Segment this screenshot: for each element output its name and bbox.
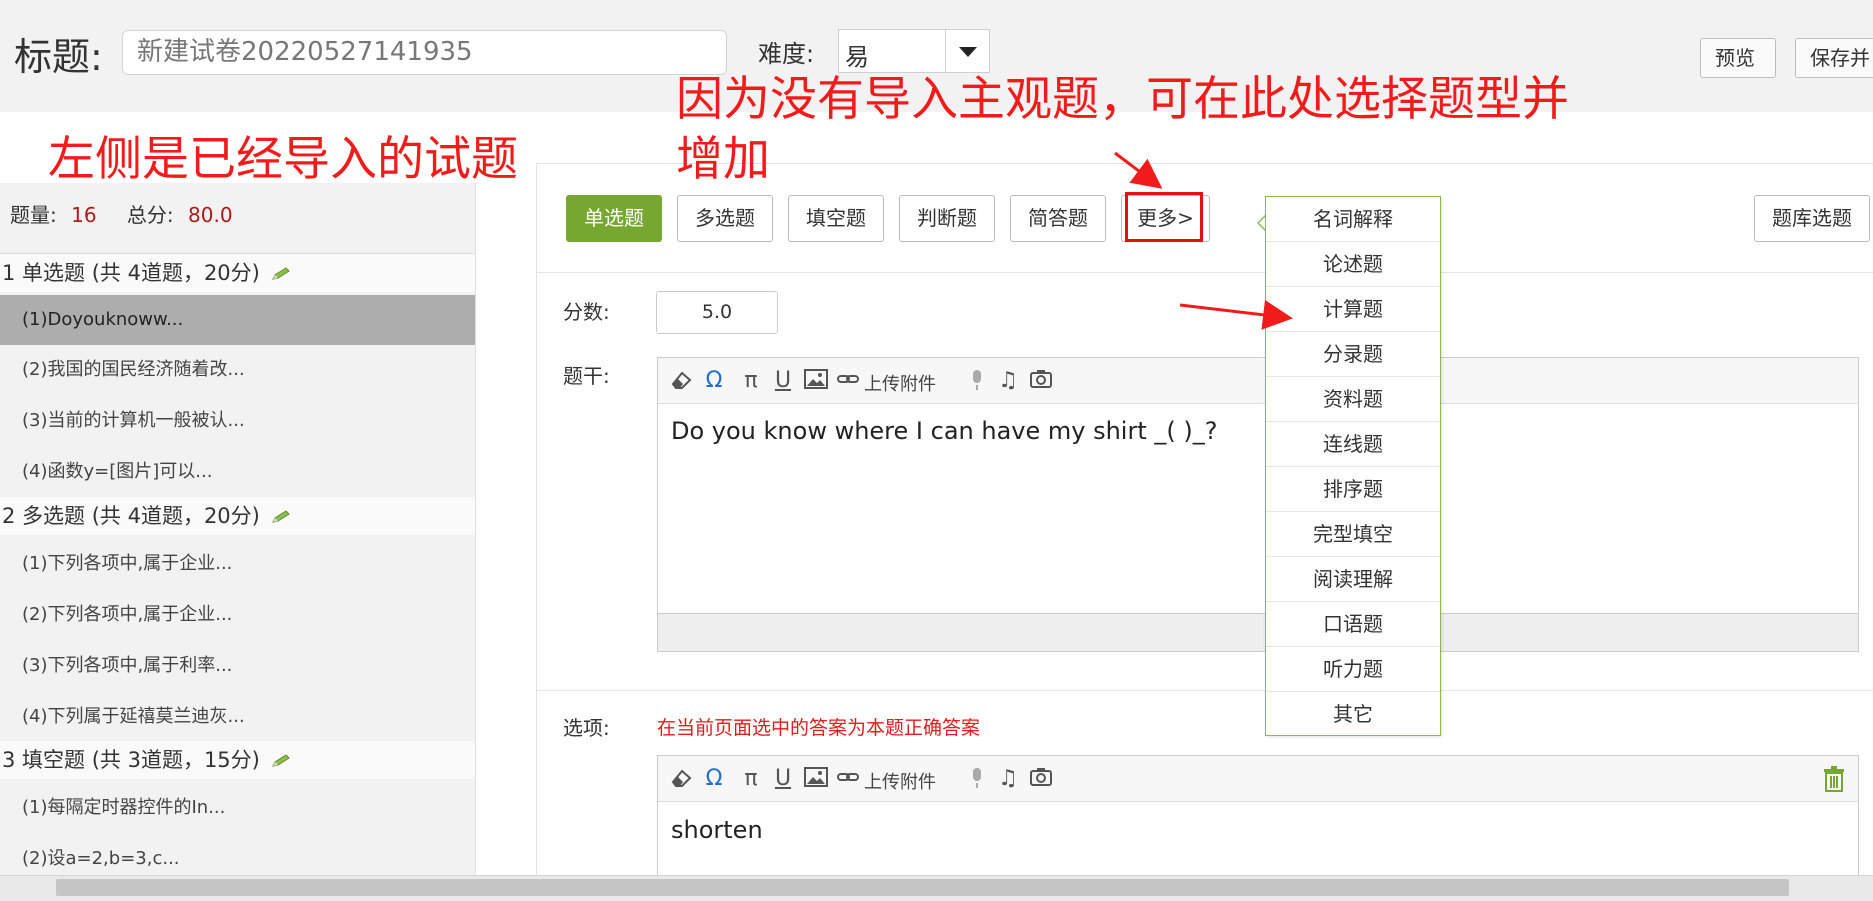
camera-icon[interactable] [1028, 766, 1054, 792]
menu-item-ordering[interactable]: 排序题 [1266, 467, 1440, 512]
difficulty-select[interactable]: 易 [838, 29, 990, 73]
options-hint: 在当前页面选中的答案为本题正确答案 [657, 717, 981, 739]
section-title: 3 填空题 (共 3道题，15分) [2, 748, 260, 772]
music-icon[interactable]: ♫ [995, 766, 1021, 792]
question-item[interactable]: (2)我国的国民经济随着改... [0, 345, 475, 395]
tab-fill-blank[interactable]: 填空题 [788, 195, 884, 242]
scrollbar-thumb[interactable] [56, 879, 1789, 896]
highlight-box [1125, 192, 1203, 242]
tab-multi-choice[interactable]: 多选题 [677, 195, 773, 242]
section-title: 1 单选题 (共 4道题，20分) [2, 261, 260, 285]
total-label: 总分: [126, 203, 174, 227]
pi-icon[interactable]: π [738, 368, 764, 394]
question-item[interactable]: (2)设a=2,b=3,c... [0, 834, 475, 875]
annotation-top-note-line1: 因为没有导入主观题，可在此处选择题型并 [676, 72, 1569, 127]
camera-icon[interactable] [1028, 368, 1054, 394]
caret-down-icon [959, 47, 977, 57]
preview-button[interactable]: 预览 [1700, 38, 1776, 78]
pencil-icon[interactable] [271, 754, 293, 768]
tab-single-choice[interactable]: 单选题 [566, 195, 662, 242]
menu-item-essay[interactable]: 论述题 [1266, 242, 1440, 287]
score-input[interactable]: 5.0 [656, 291, 778, 334]
question-item[interactable]: (1)Doyouknoww... [0, 295, 475, 345]
score-label: 分数: [563, 300, 610, 324]
total-value: 80.0 [188, 203, 233, 227]
count-label: 题量: [10, 203, 57, 227]
difficulty-dropdown-button[interactable] [945, 30, 989, 72]
save-button[interactable]: 保存并 [1795, 38, 1873, 78]
pencil-icon[interactable] [271, 267, 293, 281]
question-bank-button[interactable]: 题库选题 [1754, 195, 1870, 242]
stem-label: 题干: [563, 364, 610, 388]
section-title: 2 多选题 (共 4道题，20分) [2, 504, 260, 528]
more-question-types-menu: 名词解释 论述题 计算题 分录题 资料题 连线题 排序题 完型填空 阅读理解 口… [1265, 196, 1441, 736]
music-icon[interactable]: ♫ [995, 368, 1021, 394]
tab-true-false[interactable]: 判断题 [899, 195, 995, 242]
upload-attachment-button[interactable]: 上传附件 [864, 768, 936, 794]
question-item[interactable]: (3)当前的计算机一般被认... [0, 396, 475, 446]
question-item[interactable]: (3)下列各项中,属于利率... [0, 641, 475, 691]
annotation-left-note: 左侧是已经导入的试题 [48, 132, 518, 187]
omega-icon[interactable]: Ω [701, 766, 727, 792]
stem-editor[interactable]: Ω π U 上传附件 ♫ Do you know where I can hav… [657, 357, 1859, 652]
difficulty-label: 难度: [758, 40, 815, 68]
count-value: 16 [71, 203, 97, 227]
annotation-top-note-line2: 增加 [676, 132, 770, 187]
menu-item-term-explanation[interactable]: 名词解释 [1266, 197, 1440, 242]
editor-toolbar: Ω π U 上传附件 ♫ [658, 358, 1858, 404]
menu-item-calculation[interactable]: 计算题 [1266, 287, 1440, 332]
menu-item-speaking[interactable]: 口语题 [1266, 602, 1440, 647]
title-input[interactable]: 新建试卷20220527141935 [122, 30, 727, 75]
question-item[interactable]: (1)下列各项中,属于企业... [0, 539, 475, 589]
menu-item-other[interactable]: 其它 [1266, 692, 1440, 737]
upload-attachment-button[interactable]: 上传附件 [864, 370, 936, 396]
omega-icon[interactable]: Ω [701, 368, 727, 394]
image-icon[interactable] [803, 368, 829, 394]
editor-statusbar [658, 613, 1858, 651]
section-header-single-choice[interactable]: 1 单选题 (共 4道题，20分) [0, 254, 475, 292]
editor-toolbar: Ω π U 上传附件 ♫ [658, 756, 1858, 802]
title-label: 标题: [14, 35, 103, 79]
link-icon[interactable] [835, 368, 861, 394]
divider [536, 690, 1873, 691]
underline-icon[interactable]: U [770, 368, 796, 394]
difficulty-value: 易 [845, 43, 869, 71]
eraser-icon[interactable] [669, 368, 695, 394]
option-text: shorten [671, 816, 763, 844]
pi-icon[interactable]: π [738, 766, 764, 792]
question-list-sidebar: 题量: 16 总分: 80.0 1 单选题 (共 4道题，20分) (1)Doy… [0, 183, 476, 875]
menu-item-cloze[interactable]: 完型填空 [1266, 512, 1440, 557]
eraser-icon[interactable] [669, 766, 695, 792]
question-stats: 题量: 16 总分: 80.0 [10, 199, 233, 228]
question-item[interactable]: (4)下列属于延禧莫兰迪灰... [0, 692, 475, 742]
menu-item-journal-entry[interactable]: 分录题 [1266, 332, 1440, 377]
question-item[interactable]: (2)下列各项中,属于企业... [0, 590, 475, 640]
section-header-fill-blank[interactable]: 3 填空题 (共 3道题，15分) [0, 741, 475, 779]
menu-item-reading[interactable]: 阅读理解 [1266, 557, 1440, 602]
link-icon[interactable] [835, 766, 861, 792]
trash-icon[interactable] [1822, 766, 1846, 792]
tab-short-answer[interactable]: 简答题 [1010, 195, 1106, 242]
menu-item-matching[interactable]: 连线题 [1266, 422, 1440, 467]
options-label: 选项: [563, 716, 610, 740]
section-header-multi-choice[interactable]: 2 多选题 (共 4道题，20分) [0, 497, 475, 535]
question-item[interactable]: (4)函数y=[图片]可以... [0, 447, 475, 497]
image-icon[interactable] [803, 766, 829, 792]
menu-item-data-analysis[interactable]: 资料题 [1266, 377, 1440, 422]
pencil-icon[interactable] [271, 510, 293, 524]
question-item[interactable]: (1)每隔定时器控件的In... [0, 783, 475, 833]
stem-text: Do you know where I can have my shirt _(… [671, 417, 1218, 445]
divider [536, 272, 1873, 273]
menu-item-listening[interactable]: 听力题 [1266, 647, 1440, 692]
underline-icon[interactable]: U [770, 766, 796, 792]
microphone-icon[interactable] [964, 368, 990, 394]
option-editor[interactable]: Ω π U 上传附件 ♫ shorten [657, 755, 1859, 875]
microphone-icon[interactable] [964, 766, 990, 792]
